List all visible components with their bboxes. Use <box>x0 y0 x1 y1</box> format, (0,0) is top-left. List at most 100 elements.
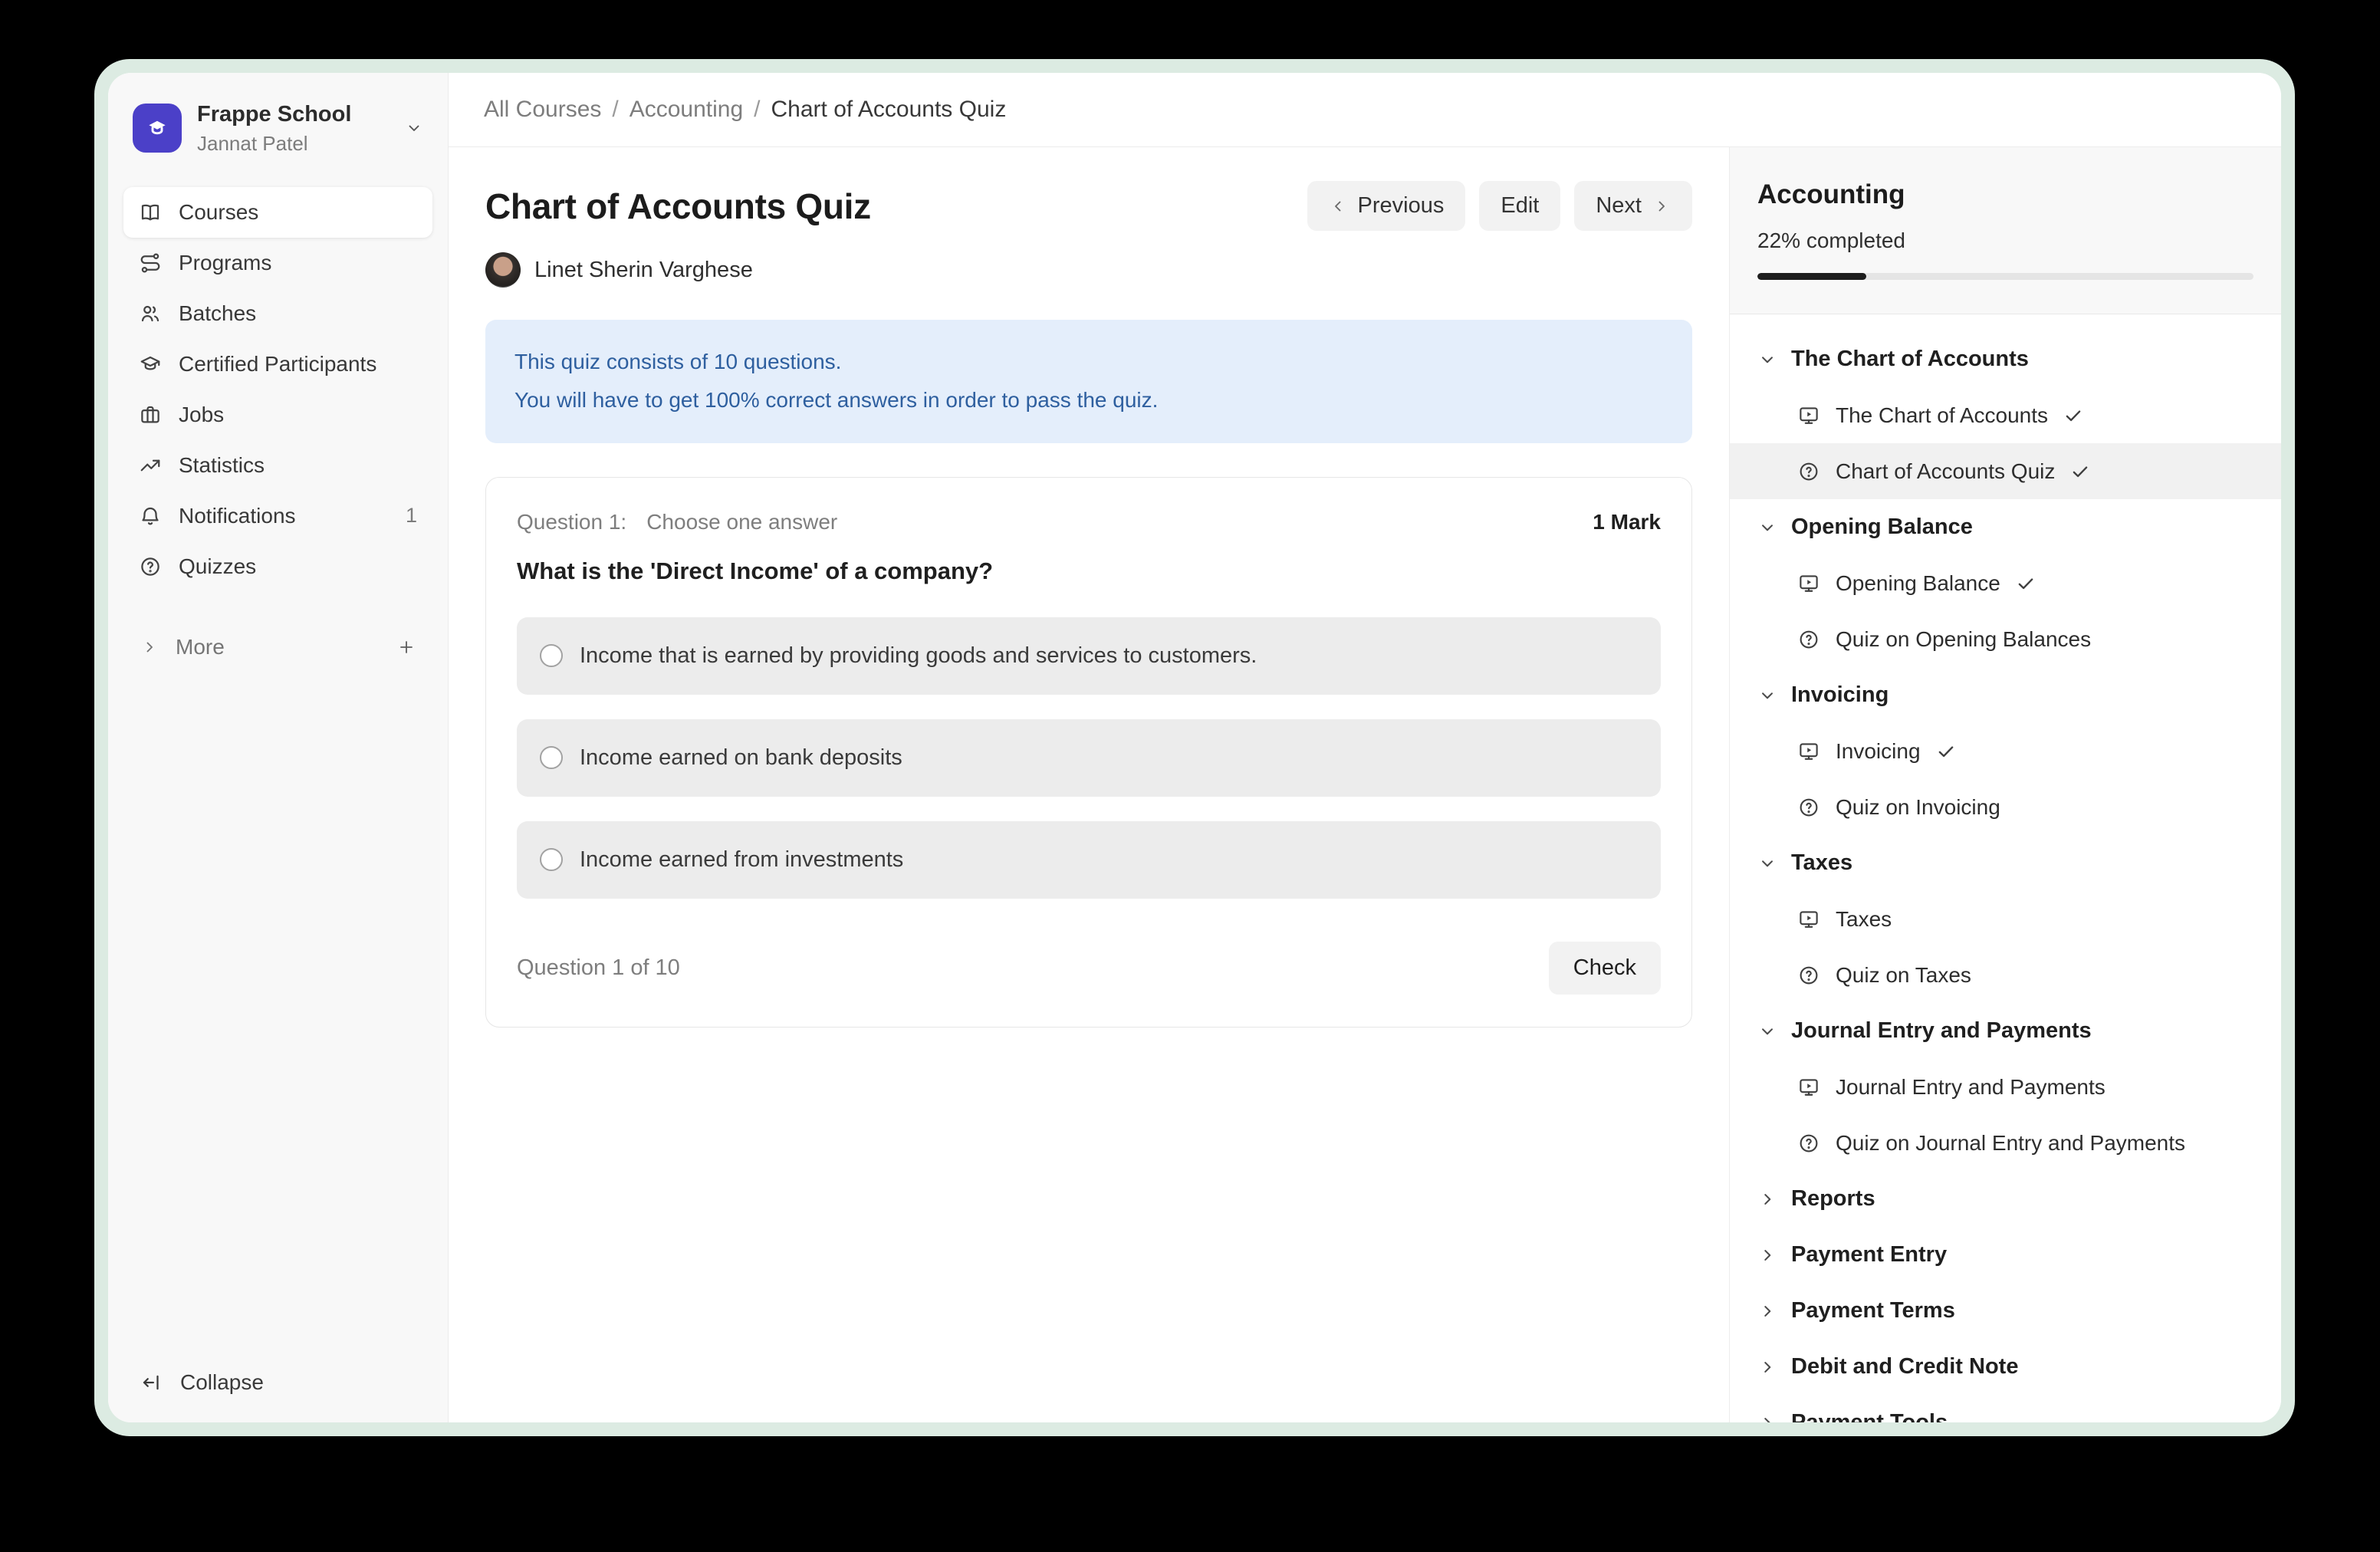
workspace-switcher[interactable]: Frappe School Jannat Patel <box>123 96 432 161</box>
course-outline-panel: Accounting 22% completed The Chart of Ac… <box>1729 147 2281 1422</box>
course-progress-fill <box>1757 273 1866 280</box>
collapse-sidebar-button[interactable]: Collapse <box>123 1363 432 1402</box>
sidebar-item-courses[interactable]: Courses <box>123 187 432 238</box>
more-label: More <box>176 635 225 659</box>
course-outline-tree: The Chart of Accounts The Chart of Accou… <box>1730 314 2281 1422</box>
frappe-school-logo <box>133 104 182 153</box>
quiz-info-line1: This quiz consists of 10 questions. <box>514 343 1663 381</box>
collapse-left-icon <box>140 1371 163 1394</box>
completed-check-icon <box>2063 406 2083 426</box>
breadcrumb: All Courses/Accounting/ Chart of Account… <box>449 73 2281 147</box>
lesson-item-quiz-on-opening-balances[interactable]: Quiz on Opening Balances <box>1730 611 2281 667</box>
breadcrumb-separator: / <box>754 97 760 122</box>
briefcase-icon <box>139 403 162 426</box>
lesson-item-quiz-on-journal-entry-and-payments[interactable]: Quiz on Journal Entry and Payments <box>1730 1115 2281 1171</box>
section-taxes[interactable]: Taxes <box>1730 835 2281 891</box>
lesson-item-journal-entry-and-payments[interactable]: Journal Entry and Payments <box>1730 1059 2281 1115</box>
lesson-item-invoicing[interactable]: Invoicing <box>1730 723 2281 779</box>
section-reports[interactable]: Reports <box>1730 1171 2281 1227</box>
question-marks: 1 Mark <box>1593 510 1661 534</box>
lesson-item-quiz-on-invoicing[interactable]: Quiz on Invoicing <box>1730 779 2281 835</box>
graduation-cap-logo-icon <box>146 113 169 143</box>
section-payment-terms[interactable]: Payment Terms <box>1730 1283 2281 1339</box>
main-content: Chart of Accounts Quiz Previous Edit Nex… <box>449 147 1729 1422</box>
breadcrumb-link[interactable]: All Courses <box>484 97 601 122</box>
quiz-info-line2: You will have to get 100% correct answer… <box>514 381 1663 419</box>
section-payment-tools[interactable]: Payment Tools <box>1730 1395 2281 1422</box>
quiz-icon <box>1797 1132 1820 1155</box>
course-progress-text: 22% completed <box>1757 229 2253 253</box>
sidebar-nav: Courses Programs Batches Certified Parti… <box>123 187 432 592</box>
chevron-down-icon <box>1757 686 1777 705</box>
sidebar-item-programs[interactable]: Programs <box>123 238 432 288</box>
bell-icon <box>139 505 162 528</box>
help-circle-icon <box>139 555 162 578</box>
section-debit-and-credit-note[interactable]: Debit and Credit Note <box>1730 1339 2281 1395</box>
question-number-label: Question 1: <box>517 510 626 534</box>
collapse-label: Collapse <box>180 1370 264 1395</box>
check-button[interactable]: Check <box>1549 942 1661 995</box>
answer-option[interactable]: Income earned from investments <box>517 821 1661 899</box>
author-avatar <box>485 252 521 288</box>
question-text: What is the 'Direct Income' of a company… <box>517 557 1661 585</box>
sidebar-item-quizzes[interactable]: Quizzes <box>123 541 432 592</box>
course-title: Accounting <box>1757 179 2253 210</box>
answer-option[interactable]: Income earned on bank deposits <box>517 719 1661 797</box>
chevron-down-icon <box>1757 1021 1777 1041</box>
brand-title: Frappe School <box>197 100 351 128</box>
lesson-item-the-chart-of-accounts[interactable]: The Chart of Accounts <box>1730 387 2281 443</box>
edit-button[interactable]: Edit <box>1479 181 1560 231</box>
notification-count-badge: 1 <box>406 504 417 528</box>
video-lesson-icon <box>1797 908 1820 931</box>
radio-icon <box>540 644 563 667</box>
chevron-down-icon <box>1757 350 1777 370</box>
chevron-left-icon <box>1329 197 1347 215</box>
page-title: Chart of Accounts Quiz <box>485 186 871 227</box>
section-opening-balance[interactable]: Opening Balance <box>1730 499 2281 555</box>
lesson-item-opening-balance[interactable]: Opening Balance <box>1730 555 2281 611</box>
video-lesson-icon <box>1797 1076 1820 1099</box>
video-lesson-icon <box>1797 572 1820 595</box>
section-journal-entry-and-payments[interactable]: Journal Entry and Payments <box>1730 1003 2281 1059</box>
breadcrumb-current: Chart of Accounts Quiz <box>771 97 1007 123</box>
next-button[interactable]: Next <box>1574 181 1692 231</box>
quiz-card: Question 1: Choose one answer 1 Mark Wha… <box>485 477 1692 1028</box>
radio-icon <box>540 848 563 871</box>
plus-icon[interactable] <box>397 638 416 656</box>
brand-subtitle: Jannat Patel <box>197 131 351 156</box>
completed-check-icon <box>1936 741 1956 761</box>
question-progress: Question 1 of 10 <box>517 955 680 981</box>
sidebar-item-jobs[interactable]: Jobs <box>123 390 432 440</box>
quiz-info-banner: This quiz consists of 10 questions. You … <box>485 320 1692 443</box>
sidebar-item-statistics[interactable]: Statistics <box>123 440 432 491</box>
users-icon <box>139 302 162 325</box>
section-invoicing[interactable]: Invoicing <box>1730 667 2281 723</box>
book-open-icon <box>139 201 162 224</box>
completed-check-icon <box>2070 462 2090 482</box>
section-payment-entry[interactable]: Payment Entry <box>1730 1227 2281 1283</box>
quiz-icon <box>1797 628 1820 651</box>
quiz-icon <box>1797 796 1820 819</box>
section-the-chart-of-accounts[interactable]: The Chart of Accounts <box>1730 331 2281 387</box>
answer-option[interactable]: Income that is earned by providing goods… <box>517 617 1661 695</box>
breadcrumb-link[interactable]: Accounting <box>630 97 743 122</box>
chevron-right-icon <box>1652 197 1671 215</box>
previous-button[interactable]: Previous <box>1307 181 1466 231</box>
chevron-down-icon <box>1757 518 1777 538</box>
sidebar-item-batches[interactable]: Batches <box>123 288 432 339</box>
chevron-right-icon <box>1757 1189 1777 1209</box>
chevron-right-icon <box>1757 1245 1777 1265</box>
lesson-item-quiz-on-taxes[interactable]: Quiz on Taxes <box>1730 947 2281 1003</box>
sidebar-item-notifications[interactable]: Notifications 1 <box>123 491 432 541</box>
sidebar-more[interactable]: More <box>123 624 432 670</box>
quiz-icon <box>1797 460 1820 483</box>
quiz-toolbar: Previous Edit Next <box>1307 181 1692 231</box>
sidebar-item-certified-participants[interactable]: Certified Participants <box>123 339 432 390</box>
lesson-item-chart-of-accounts-quiz[interactable]: Chart of Accounts Quiz <box>1730 443 2281 499</box>
lesson-item-taxes[interactable]: Taxes <box>1730 891 2281 947</box>
answer-options: Income that is earned by providing goods… <box>517 617 1661 899</box>
video-lesson-icon <box>1797 740 1820 763</box>
question-instruction: Choose one answer <box>646 510 837 534</box>
frappe-school-app: Frappe School Jannat Patel Courses Progr… <box>108 73 2281 1422</box>
graduation-cap-icon <box>139 353 162 376</box>
